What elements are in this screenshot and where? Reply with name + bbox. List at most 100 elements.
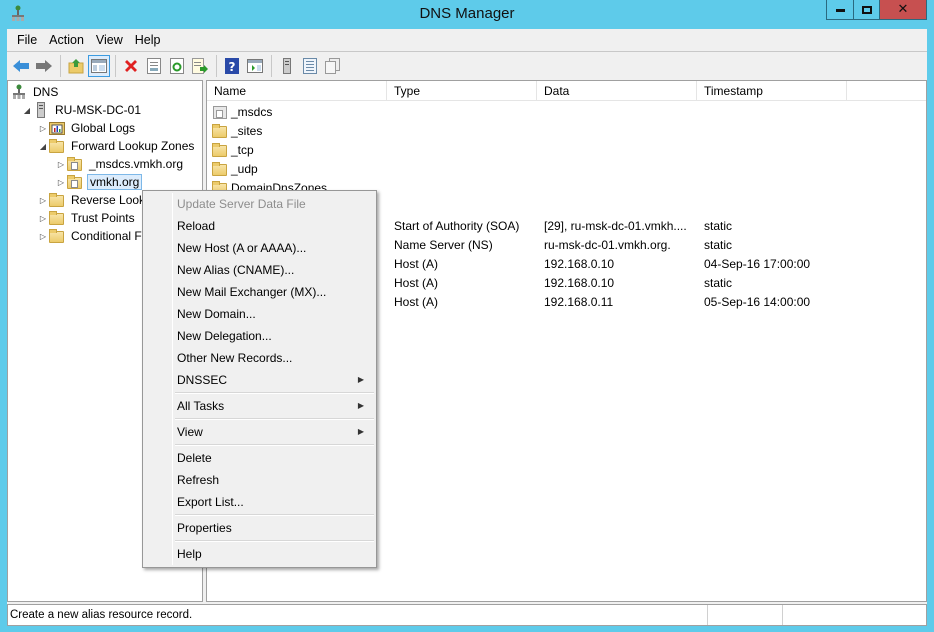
expand-arrow-icon[interactable]: ▷ — [37, 232, 49, 241]
cell-name: _tcp — [207, 142, 387, 158]
menu-item-label: New Delegation... — [177, 329, 272, 343]
expand-arrow-icon[interactable]: ▷ — [37, 214, 49, 223]
expand-arrow-icon[interactable]: ▷ — [55, 178, 67, 187]
cell-name-text: _tcp — [231, 142, 254, 157]
column-header-name[interactable]: Name — [207, 81, 387, 101]
cell-name: _udp — [207, 161, 387, 177]
expand-arrow-icon[interactable]: ▷ — [37, 124, 49, 133]
table-row[interactable]: _udp — [207, 159, 926, 178]
export-list-button[interactable] — [189, 55, 211, 77]
column-header-data[interactable]: Data — [537, 81, 697, 101]
cell-timestamp: static — [704, 218, 733, 233]
menu-item-update-server-data-file: Update Server Data File — [145, 193, 374, 215]
menu-item-label: New Mail Exchanger (MX)... — [177, 285, 327, 299]
delegation-icon — [212, 104, 228, 120]
menu-help[interactable]: Help — [129, 33, 167, 47]
status-text: Create a new alias resource record. — [8, 605, 708, 625]
folder-shape — [212, 123, 227, 138]
menu-item-new-delegation[interactable]: New Delegation... — [145, 325, 374, 347]
menu-item-help[interactable]: Help — [145, 543, 374, 565]
table-row[interactable]: _tcp — [207, 140, 926, 159]
refresh-icon — [170, 57, 184, 74]
folder-icon — [49, 228, 65, 244]
menu-item-all-tasks[interactable]: All Tasks ▶ — [145, 395, 374, 417]
refresh-button[interactable] — [166, 55, 188, 77]
up-one-level-button[interactable] — [65, 55, 87, 77]
expand-arrow-icon[interactable]: ▷ — [55, 160, 67, 169]
maximize-button[interactable] — [854, 0, 880, 20]
menu-item-dnssec[interactable]: DNSSEC ▶ — [145, 369, 374, 391]
tree-node[interactable]: ▷ _msdcs.vmkh.org — [55, 155, 185, 173]
menu-action[interactable]: Action — [43, 33, 90, 47]
tree-node[interactable]: ◢ Forward Lookup Zones — [37, 137, 196, 155]
menu-item-new-domain[interactable]: New Domain... — [145, 303, 374, 325]
copy-icon — [325, 57, 340, 74]
copy-button[interactable] — [322, 55, 344, 77]
menu-separator — [175, 392, 374, 394]
tree-node[interactable]: ▷ vmkh.org — [55, 173, 143, 191]
menu-separator — [175, 540, 374, 542]
zone-doc-shape — [71, 180, 78, 188]
tree-node[interactable]: DNS — [11, 83, 60, 101]
forward-arrow-icon — [36, 59, 52, 72]
tree-node-label: RU-MSK-DC-01 — [55, 103, 142, 117]
cell-data: 192.168.0.10 — [544, 275, 615, 290]
window-title: DNS Manager — [419, 5, 515, 22]
forward-button[interactable] — [33, 55, 55, 77]
column-header-timestamp[interactable]: Timestamp — [697, 81, 847, 101]
menu-item-export-list[interactable]: Export List... — [145, 491, 374, 513]
menu-view[interactable]: View — [90, 33, 129, 47]
menu-item-refresh[interactable]: Refresh — [145, 469, 374, 491]
folder-up-icon — [68, 58, 84, 73]
status-panel-3 — [783, 605, 926, 625]
cell-data: 192.168.0.11 — [544, 294, 614, 309]
submenu-arrow-icon: ▶ — [357, 375, 364, 384]
server-icon — [33, 102, 49, 118]
menu-file[interactable]: File — [11, 33, 43, 47]
table-row[interactable]: _sites — [207, 121, 926, 140]
collapse-arrow-icon[interactable]: ◢ — [37, 142, 49, 151]
back-arrow-icon — [13, 59, 29, 72]
expand-arrow-icon[interactable]: ▷ — [37, 196, 49, 205]
list-header: Name Type Data Timestamp — [207, 81, 926, 101]
toolbar-separator — [60, 54, 61, 77]
status-bar: Create a new alias resource record. — [7, 604, 927, 626]
tree-node[interactable]: ◢ RU-MSK-DC-01 — [21, 101, 143, 119]
menu-item-new-host-a-or-aaaa[interactable]: New Host (A or AAAA)... — [145, 237, 374, 259]
close-button[interactable]: ✕ — [880, 0, 927, 20]
menu-item-new-mail-exchanger-mx[interactable]: New Mail Exchanger (MX)... — [145, 281, 374, 303]
cell-type: Host (A) — [394, 256, 439, 271]
maximize-icon — [861, 5, 872, 14]
menu-item-delete[interactable]: Delete — [145, 447, 374, 469]
tree-node[interactable]: ▷ Global Logs — [37, 119, 137, 137]
zone-doc-shape — [71, 162, 78, 170]
collapse-arrow-icon[interactable]: ◢ — [21, 106, 33, 115]
back-button[interactable] — [10, 55, 32, 77]
tree-node[interactable]: ▷ Trust Points — [37, 209, 137, 227]
column-header-type[interactable]: Type — [387, 81, 537, 101]
list-view-button[interactable] — [299, 55, 321, 77]
properties-button[interactable] — [143, 55, 165, 77]
server-button[interactable] — [276, 55, 298, 77]
menu-item-new-alias-cname[interactable]: New Alias (CNAME)... — [145, 259, 374, 281]
cell-name-text: _udp — [231, 161, 258, 176]
menu-item-properties[interactable]: Properties — [145, 517, 374, 539]
delete-button[interactable] — [120, 55, 142, 77]
show-hide-action-pane-button[interactable] — [244, 55, 266, 77]
menu-item-other-new-records[interactable]: Other New Records... — [145, 347, 374, 369]
show-hide-console-tree-button[interactable] — [88, 54, 110, 77]
table-row[interactable]: _msdcs — [207, 102, 926, 121]
tree-node-label: Global Logs — [71, 121, 136, 135]
menu-item-reload[interactable]: Reload — [145, 215, 374, 237]
folder-shape — [49, 211, 64, 225]
cell-type: Start of Authority (SOA) — [394, 218, 520, 233]
zone-icon — [67, 156, 83, 172]
cell-timestamp: 05-Sep-16 14:00:00 — [704, 294, 811, 309]
minimize-button[interactable] — [826, 0, 854, 20]
help-button[interactable]: ? — [221, 55, 243, 77]
menu-item-view[interactable]: View ▶ — [145, 421, 374, 443]
status-panel-2 — [708, 605, 783, 625]
tree-node-label: _msdcs.vmkh.org — [89, 157, 184, 171]
submenu-arrow-icon: ▶ — [357, 427, 364, 436]
cell-name: _sites — [207, 123, 387, 139]
